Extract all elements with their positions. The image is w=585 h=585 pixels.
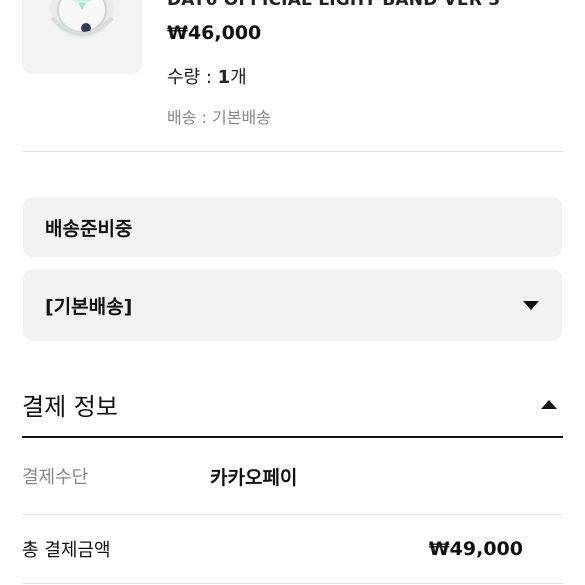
total-amount-row: 총 결제금액 ₩49,000 xyxy=(22,529,563,569)
payment-method-label: 결제수단 xyxy=(22,467,89,488)
total-amount-value: ₩49,000 xyxy=(428,538,523,560)
product-price: ₩46,000 xyxy=(167,22,262,44)
total-amount-label: 총 결제금액 xyxy=(22,540,111,561)
chevron-down-icon xyxy=(523,300,539,310)
product-title[interactable]: DAY6 OFFICIAL LIGHT BAND VER 3 xyxy=(167,0,500,10)
divider xyxy=(22,151,563,152)
payment-method-row: 결제수단 카카오페이 xyxy=(22,456,563,496)
light-band-image xyxy=(50,0,114,38)
order-status-text: 배송준비중 xyxy=(45,217,133,240)
quantity-unit: 개 xyxy=(230,67,247,88)
row-divider xyxy=(22,583,563,584)
product-image[interactable] xyxy=(22,0,142,74)
shipping-method-value: [기본배송] xyxy=(45,295,133,318)
payment-section-title: 결제 정보 xyxy=(22,392,118,421)
payment-method-value: 카카오페이 xyxy=(210,466,298,489)
chevron-up-icon xyxy=(541,399,557,409)
row-divider xyxy=(22,514,563,515)
shipping-info: 배송 : 기본배송 xyxy=(167,108,271,127)
shipping-method-select[interactable]: [기본배송] xyxy=(23,269,562,341)
order-status-box: 배송준비중 xyxy=(23,197,562,257)
section-divider xyxy=(22,436,563,438)
quantity-row: 수량 : 1개 xyxy=(167,63,247,89)
payment-section-toggle[interactable]: 결제 정보 xyxy=(22,384,563,424)
quantity-label: 수량 : xyxy=(167,67,218,88)
quantity-value: 1 xyxy=(217,67,231,88)
